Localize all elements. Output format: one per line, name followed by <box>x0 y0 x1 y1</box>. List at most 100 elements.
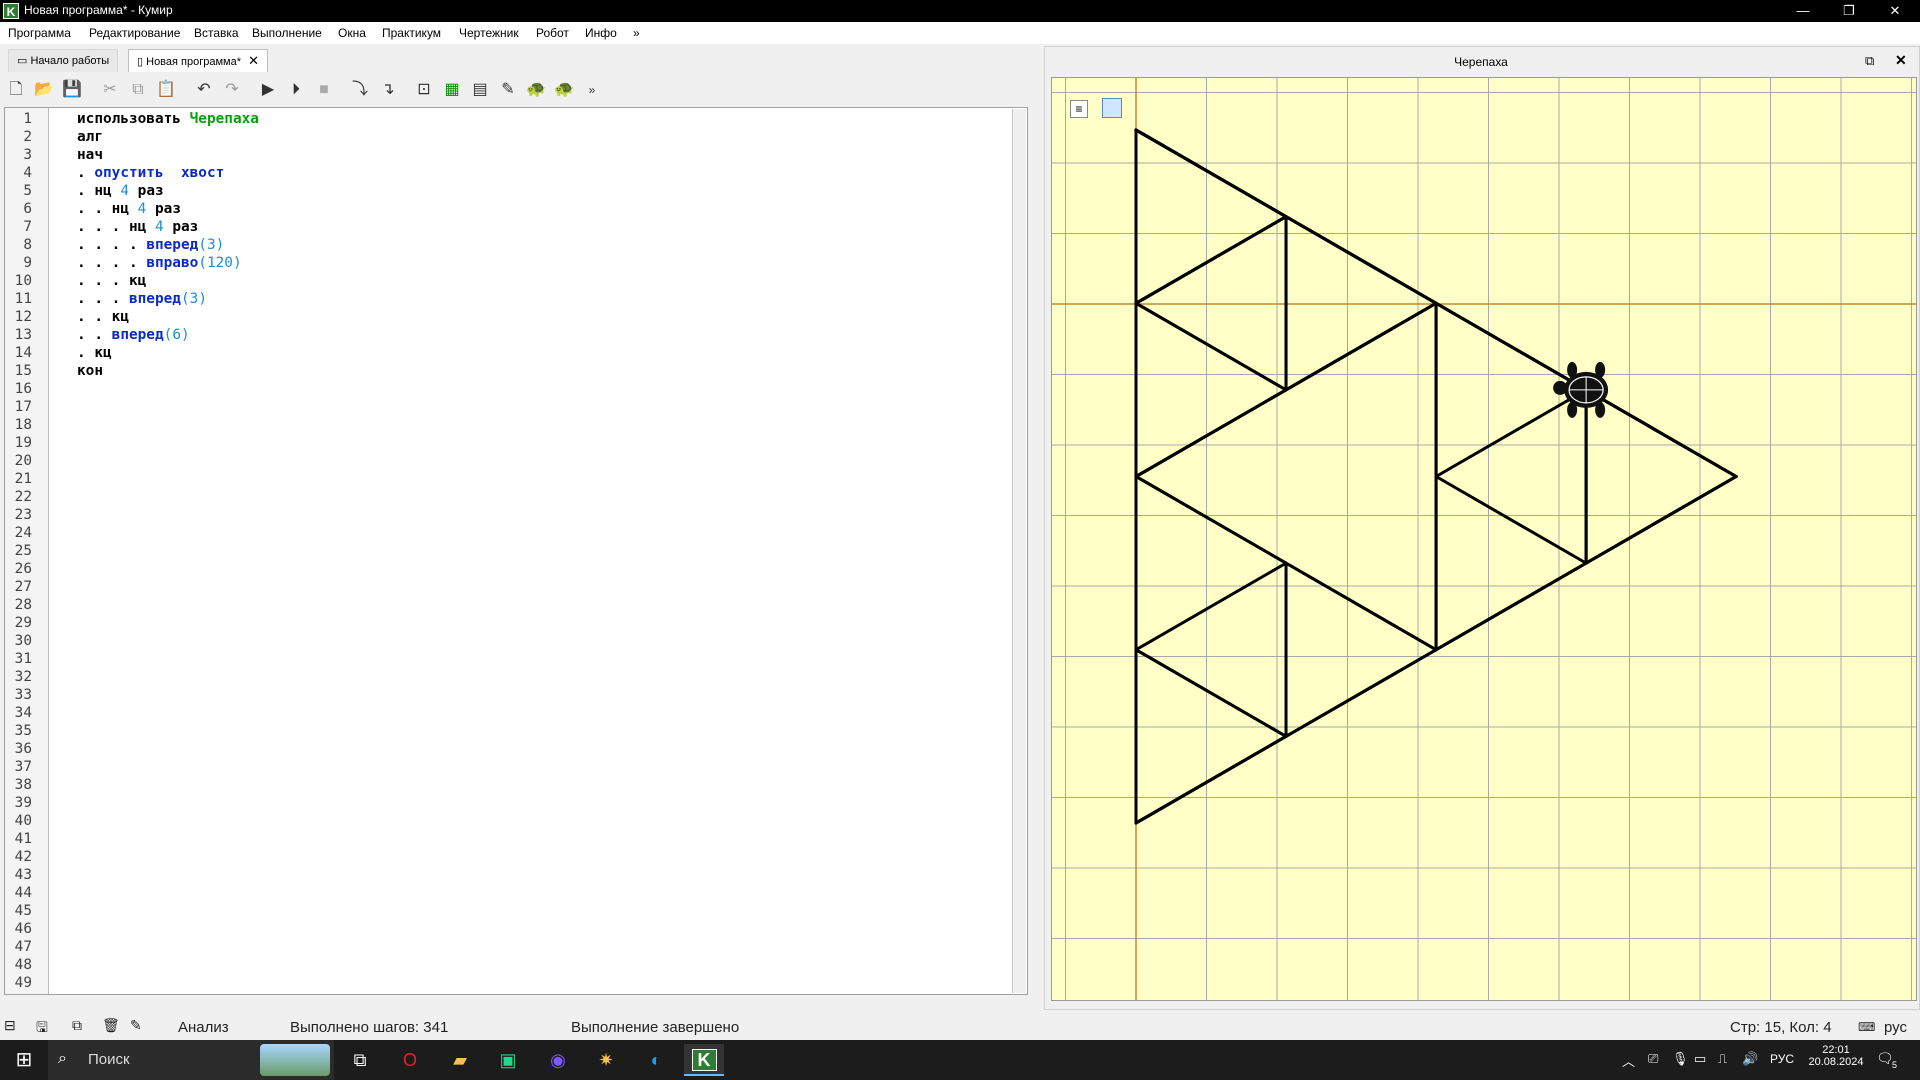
status-bar: ⊟ 🖫 ⧉ 🗑 ✎ Анализ Выполнено шагов: 341 Вы… <box>0 1012 1920 1040</box>
code-line[interactable]: . . . кц <box>77 272 259 290</box>
line-number: 4 <box>23 165 32 181</box>
kumir-taskbar-icon[interactable]: K <box>684 1044 724 1076</box>
menu-edit[interactable]: Редактирование <box>89 26 180 40</box>
line-number: 44 <box>14 885 32 901</box>
save-icon[interactable]: 💾 <box>60 78 84 102</box>
restore-icon[interactable]: ❐ <box>1826 0 1872 22</box>
toolbar-more-icon[interactable]: » <box>580 78 604 102</box>
line-number: 14 <box>14 345 32 361</box>
tray-language[interactable]: РУС <box>1770 1052 1794 1066</box>
panel-close-icon[interactable]: ✕ <box>1895 52 1907 69</box>
code-line[interactable]: . кц <box>77 344 259 362</box>
copy-output-icon[interactable]: ⧉ <box>72 1017 82 1034</box>
code-token: . <box>77 183 95 199</box>
tray-volume-icon[interactable]: 🔊 <box>1742 1051 1758 1067</box>
redo-icon[interactable]: ↷ <box>220 78 244 102</box>
chat-app-icon[interactable]: ◉ <box>538 1044 578 1076</box>
console-icon[interactable]: ⊟ <box>4 1017 16 1034</box>
code-line[interactable]: . . вперед(6) <box>77 326 259 344</box>
tray-mic-icon[interactable]: 🎙 <box>1672 1051 1689 1067</box>
line-number: 34 <box>14 705 32 721</box>
menu-insert[interactable]: Вставка <box>194 26 239 40</box>
code-line[interactable]: . . . нц 4 раз <box>77 218 259 236</box>
cut-icon[interactable]: ✂ <box>98 78 122 102</box>
paste-icon[interactable]: 📋 <box>154 78 178 102</box>
turtle-tool-icon[interactable]: 🐢 <box>552 78 576 102</box>
canvas-color-icon[interactable] <box>1102 98 1122 118</box>
open-folder-icon[interactable]: 📂 <box>32 78 56 102</box>
line-number: 33 <box>14 687 32 703</box>
run-icon[interactable]: ▶ <box>256 78 280 102</box>
copy-icon[interactable]: ⧉ <box>126 78 150 102</box>
line-number: 20 <box>14 453 32 469</box>
new-file-icon[interactable]: 🗋 <box>4 78 28 102</box>
tray-clock[interactable]: 22:01 20.08.2024 <box>1808 1044 1864 1068</box>
code-token: . . . <box>77 273 129 289</box>
variables-icon[interactable]: ⊡ <box>412 78 436 102</box>
menu-info[interactable]: Инфо <box>585 26 617 40</box>
turtle-path-segment <box>1134 475 1288 565</box>
edit-output-icon[interactable]: ✎ <box>130 1017 142 1034</box>
code-line[interactable]: . . . . вправо(120) <box>77 254 259 272</box>
turtle-canvas[interactable]: ≡ <box>1051 77 1917 1001</box>
turtle-icon[interactable]: 🐢 <box>524 78 548 102</box>
undo-icon[interactable]: ↶ <box>192 78 216 102</box>
analysis-label: Анализ <box>178 1019 229 1036</box>
pycharm-icon[interactable]: ▣ <box>488 1044 528 1076</box>
edge-icon[interactable]: ◐ <box>636 1044 676 1076</box>
tab-close-icon[interactable]: ✕ <box>248 53 259 68</box>
code-line[interactable]: . . нц 4 раз <box>77 200 259 218</box>
menu-windows[interactable]: Окна <box>338 26 366 40</box>
stop-icon[interactable]: ■ <box>312 78 336 102</box>
minimize-icon[interactable]: — <box>1780 0 1826 22</box>
menu-robot[interactable]: Робот <box>536 26 569 40</box>
opera-icon[interactable]: O <box>390 1044 430 1076</box>
code-token: опустить хвост <box>94 165 225 181</box>
menu-program[interactable]: Программа <box>8 26 71 40</box>
run-step-icon[interactable]: ⏵ <box>284 78 308 102</box>
code-editor[interactable]: 1 2 3 4 5 6 7 8 9 10 11 12 13 14 15 16 17 18 19 20 21 22 23 24 2… <box>4 107 1028 995</box>
tray-camera-icon[interactable]: ⎚ <box>1648 1051 1658 1067</box>
clear-output-icon[interactable]: 🗑 <box>102 1017 120 1034</box>
sun-app-icon[interactable]: ✷ <box>586 1044 626 1076</box>
code-line[interactable]: . . . вперед(3) <box>77 290 259 308</box>
code-line[interactable]: . нц 4 раз <box>77 182 259 200</box>
canvas-menu-icon[interactable]: ≡ <box>1070 100 1088 118</box>
step-into-icon[interactable]: ↴ <box>376 78 400 102</box>
tray-network-icon[interactable]: ⎍ <box>1718 1051 1727 1067</box>
step-over-icon[interactable]: ⤵ <box>348 78 372 102</box>
code-line[interactable]: . опустить хвост <box>77 164 259 182</box>
menu-run[interactable]: Выполнение <box>252 26 322 40</box>
windows-start-icon[interactable]: ⊞ <box>4 1044 44 1076</box>
code-line[interactable]: . . кц <box>77 308 259 326</box>
drawer-icon[interactable]: ✎ <box>496 78 520 102</box>
tray-chevron-icon[interactable]: ︿ <box>1622 1051 1635 1070</box>
tab-start[interactable]: ▭ Начало работы <box>8 49 119 72</box>
editor-scrollbar[interactable] <box>1012 109 1026 993</box>
code-token: использовать <box>77 111 190 127</box>
code-line[interactable]: использовать Черепаха <box>77 110 259 128</box>
save-output-icon[interactable]: 🖫 <box>36 1017 48 1041</box>
tray-display-icon[interactable]: ▭ <box>1694 1051 1706 1067</box>
code-token: нц <box>128 219 155 235</box>
robot-grid-icon[interactable]: ▦ <box>440 78 464 102</box>
code-area[interactable]: использовать Черепаха алг нач. опустить хв… <box>77 110 259 380</box>
code-line[interactable]: нач <box>77 146 259 164</box>
menu-drawer[interactable]: Чертежник <box>459 26 519 40</box>
code-token: . . <box>77 201 112 217</box>
code-line[interactable]: алг <box>77 128 259 146</box>
task-view-icon[interactable]: ⧉ <box>340 1044 380 1076</box>
code-line[interactable]: . . . . вперед(3) <box>77 236 259 254</box>
undock-icon[interactable]: ⧉ <box>1865 53 1874 69</box>
taskbar-search[interactable]: ⌕ Поиск <box>48 1040 334 1080</box>
taskbar: ⊞ ⌕ Поиск ⧉ O ▰ ▣ ◉ ✷ ◐ K ︿ ⎚ 🎙 ▭ ⎍ 🔊 РУ… <box>0 1040 1920 1080</box>
code-line[interactable]: кон <box>77 362 259 380</box>
table-icon[interactable]: ▤ <box>468 78 492 102</box>
tab-new-program[interactable]: ▯ Новая программа* ✕ <box>128 49 268 72</box>
line-number: 5 <box>23 183 32 199</box>
kumir-taskbar-letter: K <box>691 1049 717 1071</box>
menu-more[interactable]: » <box>633 26 640 40</box>
file-explorer-icon[interactable]: ▰ <box>440 1044 480 1076</box>
menu-practicum[interactable]: Практикум <box>382 26 441 40</box>
close-icon[interactable]: ✕ <box>1872 0 1918 22</box>
